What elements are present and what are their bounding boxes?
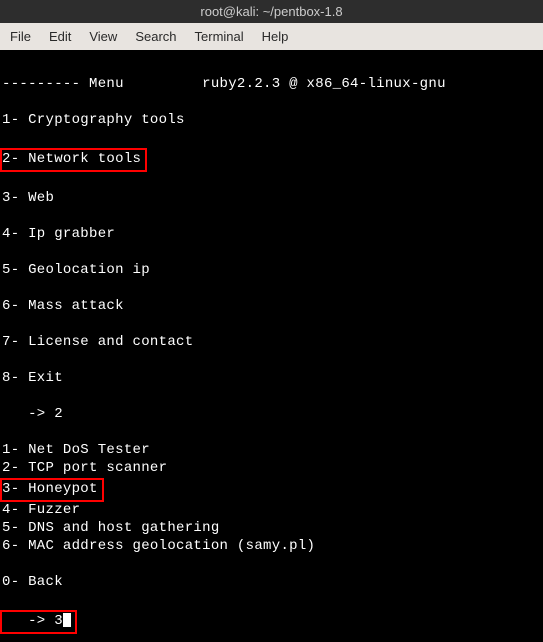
terminal-line — [2, 316, 541, 334]
terminal-line: 2- Network tools — [2, 148, 541, 172]
menu-view[interactable]: View — [89, 29, 117, 44]
terminal-line — [2, 94, 541, 112]
sub-menu-item-1: 1- Net DoS Tester — [2, 442, 541, 460]
terminal-area[interactable]: --------- Menu ruby2.2.3 @ x86_64-linux-… — [0, 50, 543, 642]
menu-file[interactable]: File — [10, 29, 31, 44]
sub-menu-item-6: 6- MAC address geolocation (samy.pl) — [2, 538, 541, 556]
main-menu-item-8: 8- Exit — [2, 370, 541, 388]
window-title: root@kali: ~/pentbox-1.8 — [200, 4, 342, 19]
terminal-line — [2, 208, 541, 226]
terminal-line — [2, 280, 541, 298]
terminal-line — [2, 58, 541, 76]
terminal-line — [2, 244, 541, 262]
sub-menu-item-2: 2- TCP port scanner — [2, 460, 541, 478]
terminal-line — [2, 424, 541, 442]
terminal-line: 3- Honeypot — [2, 478, 541, 502]
cursor-icon — [63, 613, 71, 627]
menu-search[interactable]: Search — [135, 29, 176, 44]
terminal-line — [2, 592, 541, 610]
terminal-line — [2, 388, 541, 406]
main-menu-item-3: 3- Web — [2, 190, 541, 208]
menu-bar: File Edit View Search Terminal Help — [0, 23, 543, 50]
main-menu-item-5: 5- Geolocation ip — [2, 262, 541, 280]
menu-help[interactable]: Help — [262, 29, 289, 44]
sub-menu-item-5: 5- DNS and host gathering — [2, 520, 541, 538]
menu-header: --------- Menu ruby2.2.3 @ x86_64-linux-… — [2, 76, 541, 94]
terminal-line — [2, 352, 541, 370]
sub-menu-item-0: 0- Back — [2, 574, 541, 592]
menu-edit[interactable]: Edit — [49, 29, 71, 44]
main-menu-item-1: 1- Cryptography tools — [2, 112, 541, 130]
main-menu-item-7: 7- License and contact — [2, 334, 541, 352]
sub-menu-item-3-highlighted: 3- Honeypot — [0, 478, 104, 502]
terminal-line — [2, 172, 541, 190]
sub-menu-item-4: 4- Fuzzer — [2, 502, 541, 520]
prompt-input-2-highlighted: -> 3 — [0, 610, 77, 634]
terminal-line: -> 3 — [2, 610, 541, 634]
main-menu-item-4: 4- Ip grabber — [2, 226, 541, 244]
prompt-input-2: -> 3 — [2, 613, 63, 629]
main-menu-item-6: 6- Mass attack — [2, 298, 541, 316]
window-title-bar: root@kali: ~/pentbox-1.8 — [0, 0, 543, 23]
main-menu-item-2-highlighted: 2- Network tools — [0, 148, 147, 172]
menu-terminal[interactable]: Terminal — [195, 29, 244, 44]
terminal-line — [2, 556, 541, 574]
terminal-line — [2, 130, 541, 148]
prompt-input-1: -> 2 — [2, 406, 541, 424]
